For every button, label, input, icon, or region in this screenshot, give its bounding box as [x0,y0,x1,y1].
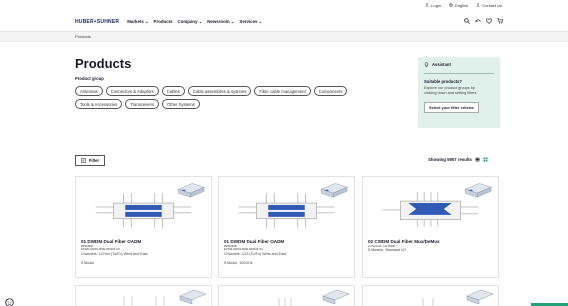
nav-item-company[interactable]: Company ⌄ [178,19,203,25]
product-description: Channels: C23 (To/Fo) West and East [224,252,287,256]
product-sku: 85023938 ET000-00019-0000-000016-XX [224,244,264,252]
chevron-down-icon: ⌄ [258,18,263,24]
product-card[interactable] [75,285,212,306]
grid-view-icon[interactable] [483,157,488,162]
chip-connectors-adaptors[interactable]: Connectors & Adaptors [105,86,159,96]
chip-other-systems[interactable]: Other Systems [162,99,200,109]
product-card[interactable]: 02 CWDM Dual Fiber Mux/DeMux 2 channels,… [362,176,499,278]
product-group-label: Product group [75,76,104,81]
user-icon [425,3,430,7]
oadm-diagram-image [238,183,348,228]
chip-tools-accessories[interactable]: Tools & Accessories [75,99,123,109]
chip-cables[interactable]: Cables [161,86,185,96]
filter-icon [81,158,86,163]
results-bar: Showing 5907 results [428,157,488,162]
product-image [123,289,207,306]
assistant-heading: Assistant [424,62,494,67]
assistant-divider [424,73,494,74]
results-count: Showing 5907 results [428,157,472,162]
product-card[interactable]: 01 DWDM Dual Fiber OADM 85023938 ET000-0… [218,176,355,278]
chevron-down-icon: ⌄ [230,18,235,24]
heart-icon[interactable] [486,18,492,24]
chip-transceivers[interactable]: Transceivers [125,99,160,109]
chevron-down-icon: ⌄ [198,18,203,24]
page-title: Products [75,56,132,71]
assistant-panel: Assistant Suitable products? Explore our… [418,57,500,128]
product-meta: 5 Modul, 100GHz [224,261,253,265]
select-filter-criteria-button[interactable]: Select your filter criteria [424,101,479,113]
breadcrumb[interactable]: Products [0,32,568,42]
login-link[interactable]: Login [425,3,441,8]
chat-icon[interactable] [5,298,14,306]
chevron-down-icon: ⌄ [144,18,149,24]
chip-antennas[interactable]: Antennas [75,86,103,96]
product-sku: 85023937 ET000-00019-0000-000016-XX [81,244,121,252]
nav-item-products[interactable]: Products [154,19,173,24]
nav-item-newsroom[interactable]: Newsroom ⌄ [207,19,234,25]
product-description: 5 Module, Standard I/O [368,248,407,252]
filter-button[interactable]: Filter [75,155,105,166]
mux-demux-diagram-image [382,183,492,227]
utility-bar: Login English Contact Us [0,0,568,10]
search-icon[interactable] [464,18,470,24]
chip-components[interactable]: Components [313,86,348,96]
product-card[interactable]: 01 DWDM Dual Fiber OADM 85023937 ET000-0… [75,176,212,278]
product-card[interactable] [218,285,355,306]
oadm-diagram-image [95,183,205,228]
chip-fiber-cable-management[interactable]: Fiber cable management [254,86,311,96]
product-group-chips: Antennas Connectors & Adaptors Cables Ca… [75,86,375,109]
brand-logo[interactable]: HUBER+SUHNER [75,19,119,25]
contact-icon [476,3,480,7]
contact-link[interactable]: Contact Us [476,3,502,8]
compare-icon[interactable] [475,18,481,24]
cart-icon[interactable] [497,18,503,24]
main-nav: HUBER+SUHNER Markets ⌄ Products Company ⌄ … [0,12,568,32]
product-meta: 5 Modul [81,261,95,265]
product-description: Channels: 147nm (To/Fo) West and East [81,252,148,256]
list-view-icon[interactable] [475,157,480,162]
language-selector[interactable]: English [449,3,468,8]
product-image [278,289,350,306]
globe-icon [449,3,453,7]
nav-item-markets[interactable]: Markets ⌄ [127,19,148,25]
nav-actions [464,18,503,24]
product-card[interactable] [362,285,499,306]
chip-cable-assemblies[interactable]: Cable assemblies & systems [187,86,252,96]
product-image [422,289,494,306]
assistant-text: Explore our product groups by clicking d… [424,85,477,95]
nav-item-services[interactable]: Services ⌄ [239,19,262,25]
assistant-question: Suitable products? [424,78,462,84]
lightbulb-icon [424,62,429,67]
